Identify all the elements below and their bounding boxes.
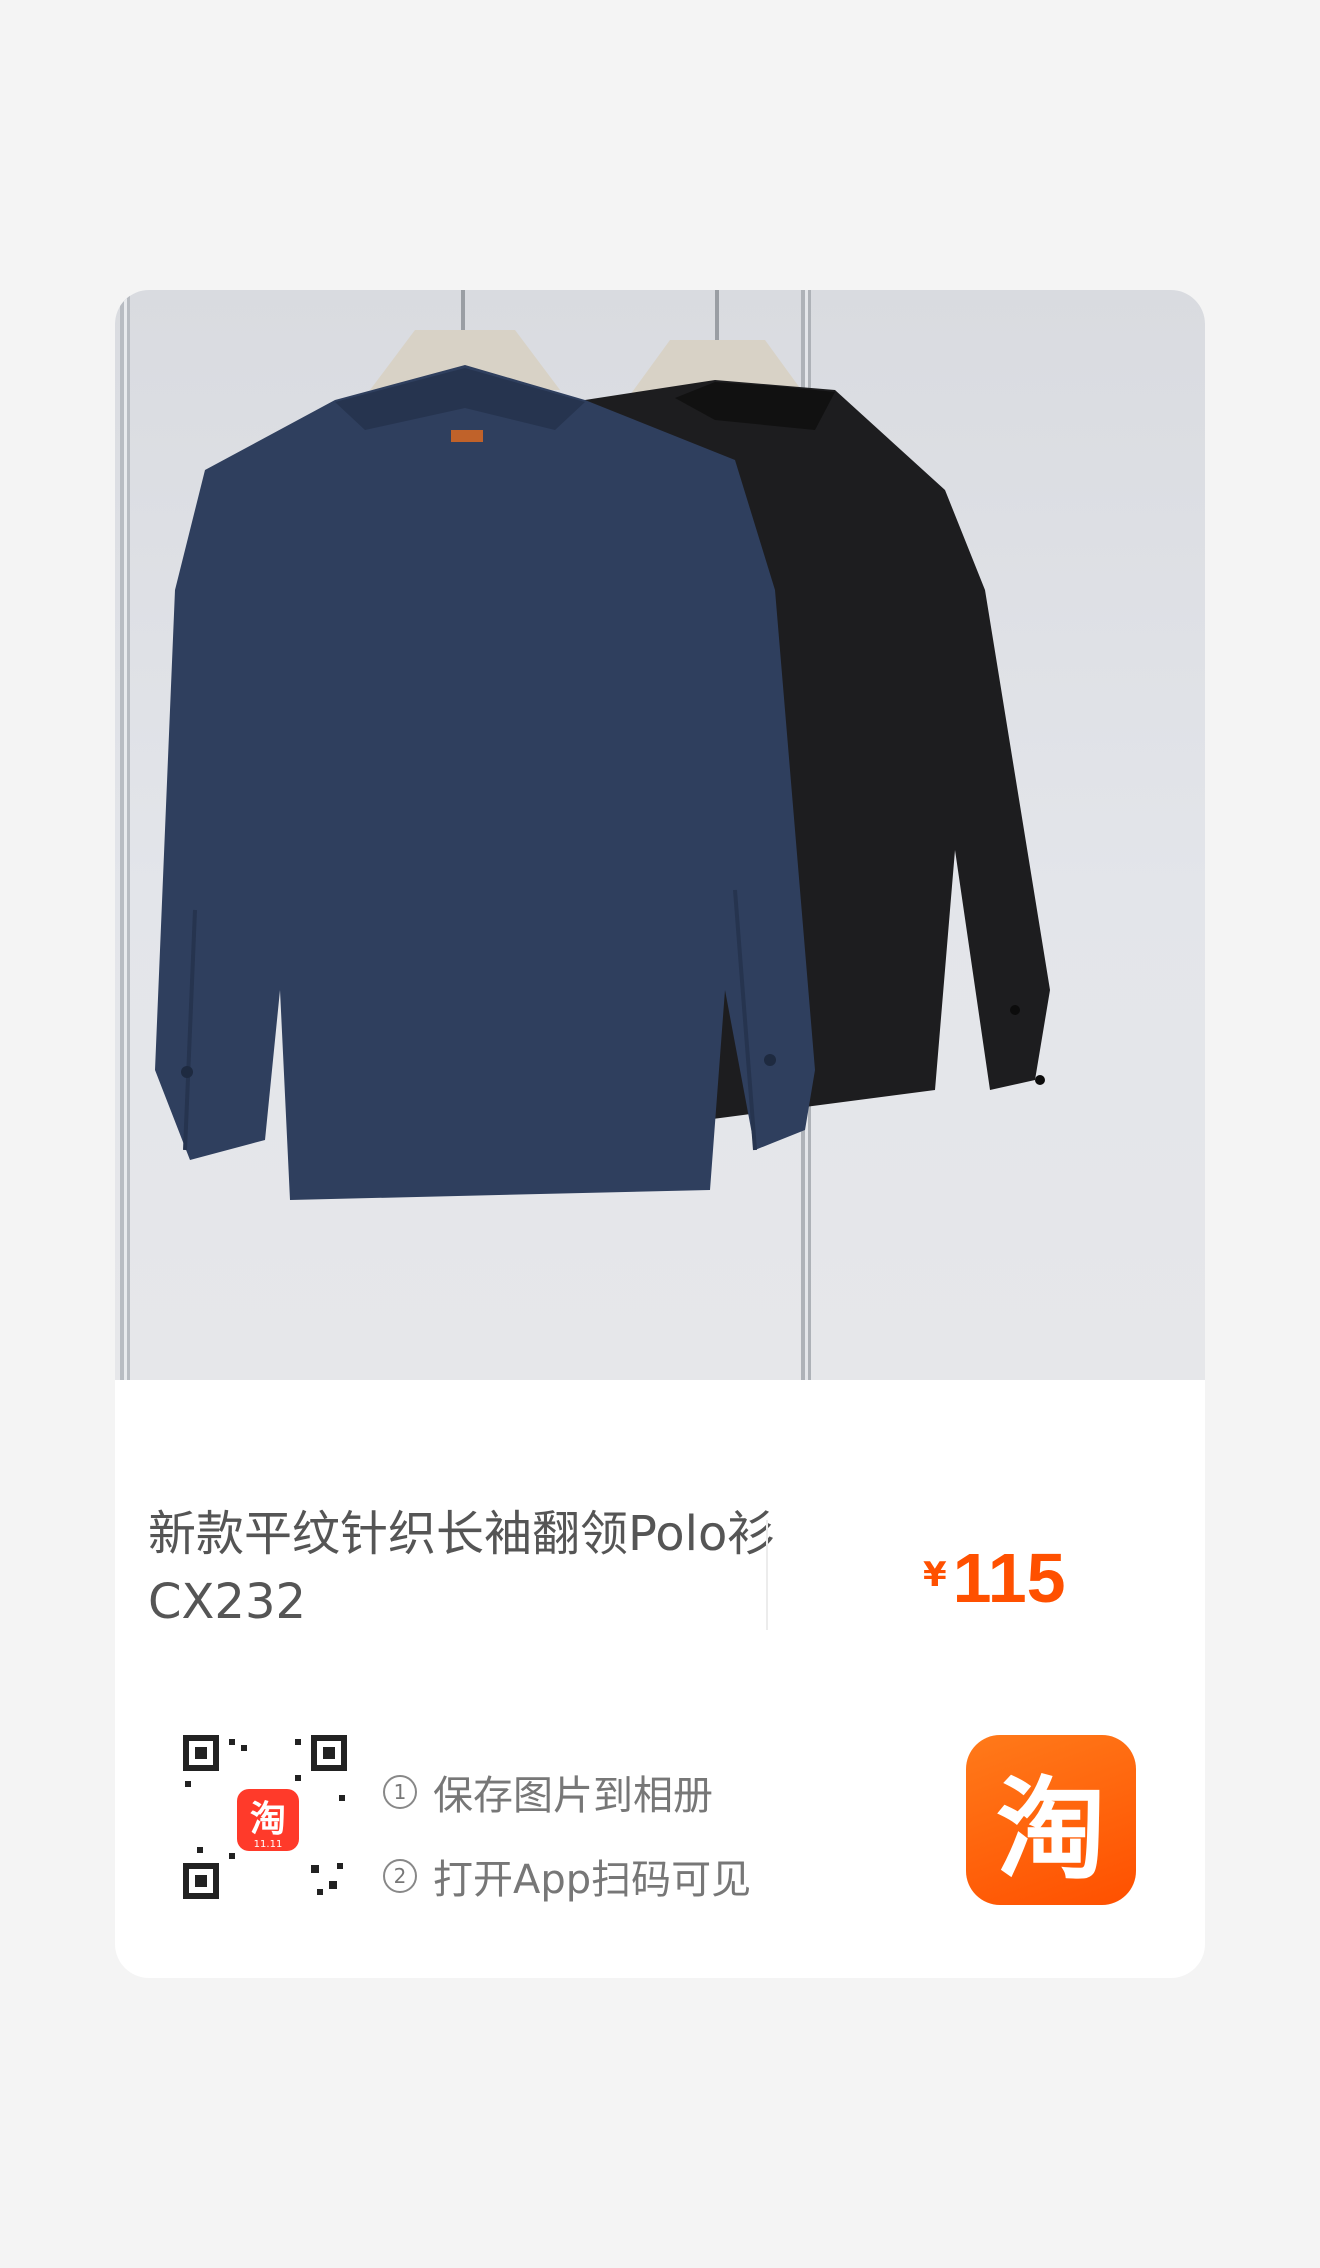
- step-open-app: 2 打开App扫码可见: [383, 1834, 751, 1918]
- taobao-logo-icon[interactable]: 淘: [966, 1735, 1136, 1905]
- step-number: 1: [383, 1775, 417, 1809]
- currency-symbol: ¥: [923, 1555, 947, 1595]
- product-title: 新款平纹针织长袖翻领Polo衫 CX232: [148, 1506, 776, 1630]
- qr-badge-subtext: 11.11: [254, 1839, 283, 1850]
- product-share-card: 新款平纹针织长袖翻领Polo衫 CX232 ¥115 淘 11.11 1 保存图…: [115, 290, 1205, 1978]
- step-save-image: 1 保存图片到相册: [383, 1750, 751, 1834]
- price-value: 115: [952, 1539, 1066, 1617]
- product-image[interactable]: [115, 290, 1205, 1380]
- divider: [766, 1520, 768, 1630]
- qr-badge-icon: 淘: [250, 1799, 286, 1840]
- step-text: 打开App扫码可见: [433, 1857, 752, 1903]
- step-number: 2: [383, 1859, 417, 1893]
- scan-instructions: 1 保存图片到相册 2 打开App扫码可见: [383, 1750, 751, 1918]
- product-price: ¥115: [923, 1538, 1066, 1618]
- step-text: 保存图片到相册: [433, 1773, 713, 1819]
- qr-code[interactable]: 淘 11.11: [183, 1735, 353, 1905]
